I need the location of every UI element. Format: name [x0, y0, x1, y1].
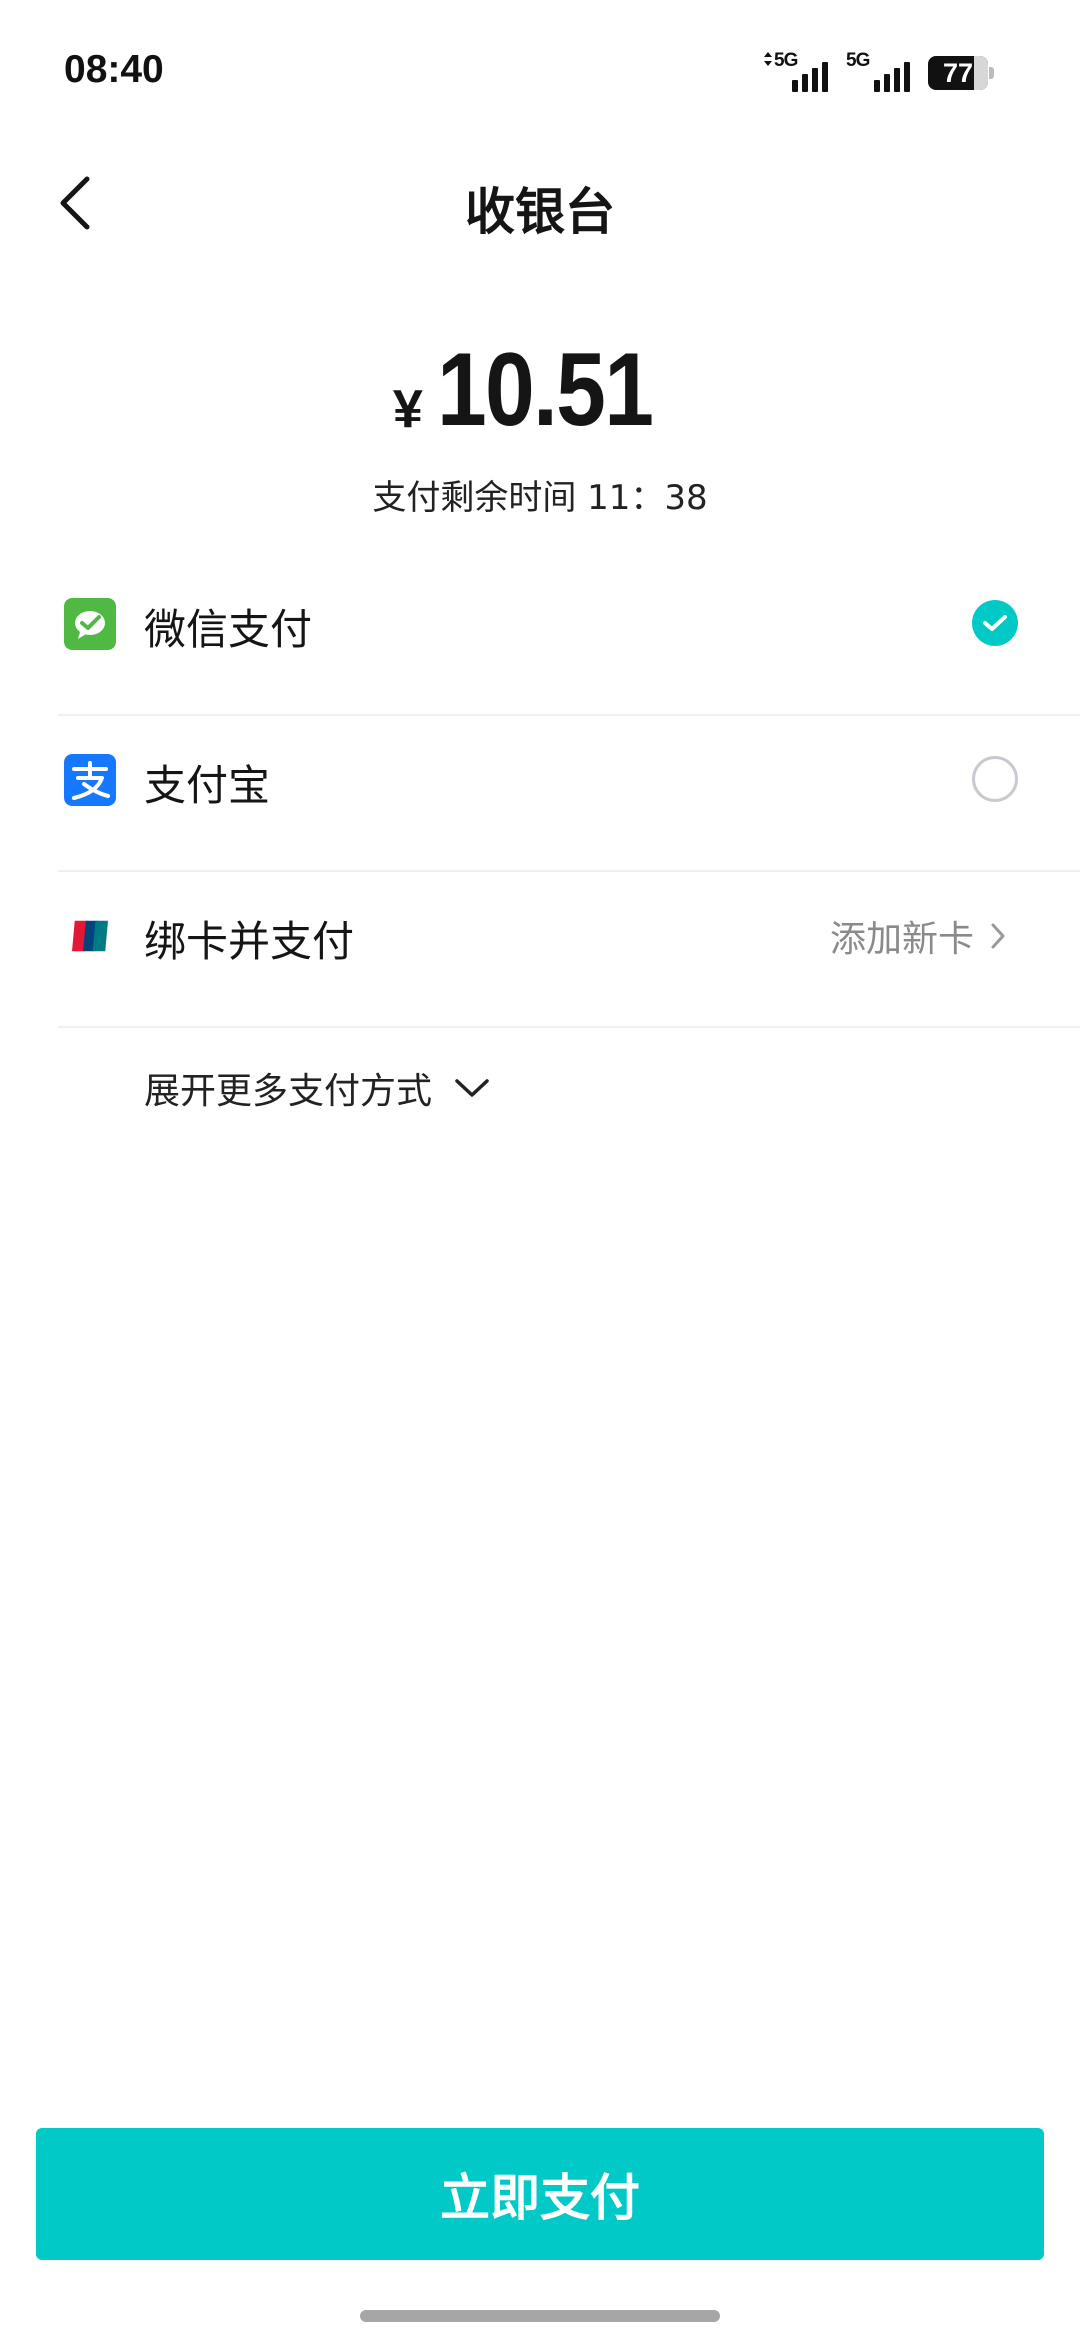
signal-icon: 5G — [764, 50, 828, 96]
radio-checked[interactable] — [972, 600, 1018, 646]
add-new-card-label: 添加新卡 — [829, 919, 974, 960]
network-type-label: 5G — [846, 50, 870, 71]
pay-now-button[interactable]: 立即支付 — [36, 2128, 1044, 2260]
payment-option-label: 绑卡并支付 — [144, 917, 355, 966]
battery-icon: 77 — [928, 56, 994, 90]
payment-option-bind-card[interactable]: 绑卡并支付 添加新卡 — [58, 872, 1080, 1028]
status-icons: 5G 5G 77 — [764, 50, 994, 96]
payment-option-wechat[interactable]: 微信支付 — [58, 560, 1080, 716]
check-icon — [983, 615, 1007, 631]
chevron-down-icon — [455, 1079, 489, 1097]
expand-more-label: 展开更多支付方式 — [144, 1071, 433, 1112]
currency-symbol: ¥ — [392, 379, 423, 439]
signal-icon: 5G — [846, 50, 910, 96]
battery-level: 77 — [942, 57, 974, 88]
payment-option-label: 支付宝 — [144, 761, 271, 810]
unionpay-icon — [72, 920, 108, 952]
chevron-right-icon — [991, 923, 1005, 949]
data-arrows-icon — [764, 52, 772, 66]
radio-unchecked[interactable] — [972, 756, 1018, 802]
alipay-icon — [64, 754, 116, 806]
status-bar: 08:40 5G 5G 77 — [0, 0, 1080, 140]
home-indicator[interactable] — [360, 2310, 720, 2322]
payment-countdown: 支付剩余时间 11：38 — [372, 478, 708, 518]
page-title: 收银台 — [465, 183, 615, 241]
wechat-pay-icon — [64, 598, 116, 650]
payment-option-label: 微信支付 — [144, 605, 313, 654]
payment-option-alipay[interactable]: 支付宝 — [58, 716, 1080, 872]
payment-amount: ¥ 10.51 — [0, 330, 1080, 450]
cashier-page: 08:40 5G 5G 77 收银台 ¥ 10.51 支付剩余时间 11：38 … — [0, 0, 1080, 2344]
status-time: 08:40 — [64, 48, 164, 91]
expand-more-payment-methods[interactable]: 展开更多支付方式 — [144, 1062, 490, 1114]
add-new-card-link[interactable]: 添加新卡 — [830, 910, 1006, 962]
amount-value: 10.51 — [436, 332, 654, 448]
nav-header: 收银台 — [0, 150, 1080, 260]
payment-method-list: 微信支付 支付宝 绑卡并支付 添加新卡 — [0, 560, 1080, 1028]
